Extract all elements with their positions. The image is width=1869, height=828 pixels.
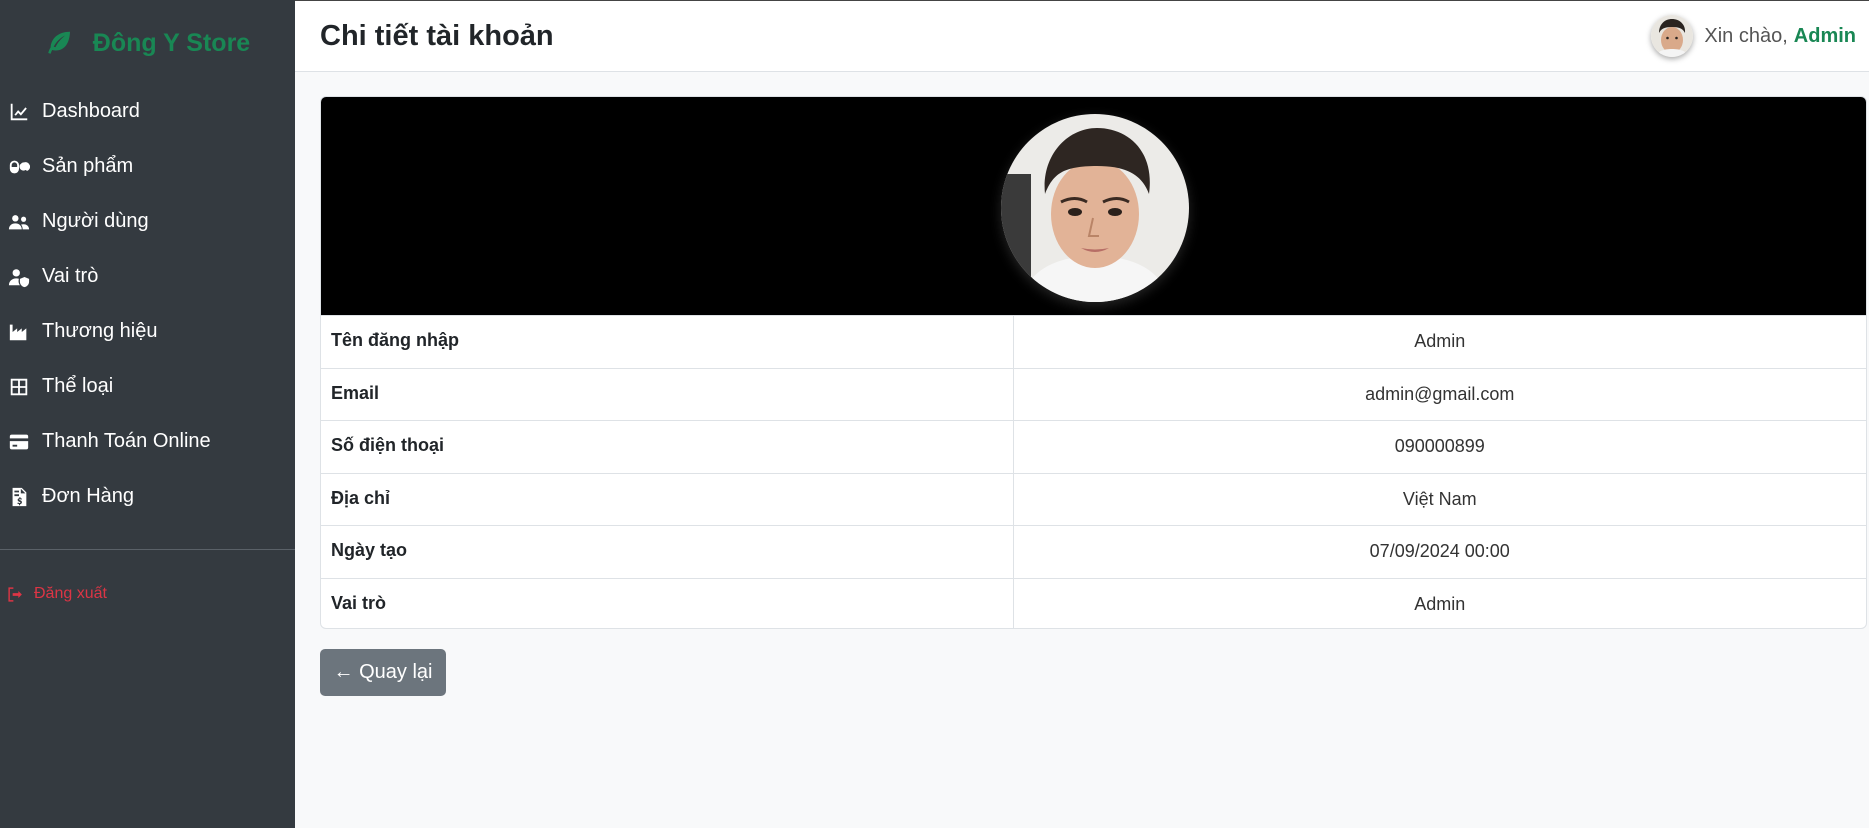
sidebar-item-label: Đơn Hàng xyxy=(42,485,135,507)
sidebar-item-label: Vai trò xyxy=(42,265,99,287)
user-name: Admin xyxy=(1793,24,1856,47)
sidebar-item-brands[interactable]: Thương hiệu xyxy=(0,304,295,359)
account-detail-card: Tên đăng nhập Admin Email admin@gmail.co… xyxy=(320,96,1867,629)
field-label-role: Vai trò xyxy=(321,578,1014,628)
profile-avatar xyxy=(1000,114,1189,302)
field-value-address: Việt Nam xyxy=(1402,488,1477,509)
field-label-address: Địa chỉ xyxy=(321,473,1014,526)
avatar[interactable] xyxy=(1651,15,1694,57)
user-shield-icon xyxy=(7,265,31,289)
sidebar-item-users[interactable]: Người dùng xyxy=(0,194,295,249)
account-detail-table: Tên đăng nhập Admin Email admin@gmail.co… xyxy=(321,315,1866,628)
sidebar-item-orders[interactable]: Đơn Hàng xyxy=(0,469,295,524)
capsules-icon xyxy=(7,155,31,179)
sidebar-item-label: Sản phẩm xyxy=(42,155,134,177)
table-row: Số điện thoại 090000899 xyxy=(321,420,1866,473)
chart-line-icon xyxy=(7,100,31,124)
profile-banner xyxy=(321,97,1866,315)
brand-logo[interactable]: Đông Y Store xyxy=(0,0,295,84)
field-label-email: Email xyxy=(321,368,1014,421)
top-header: Chi tiết tài khoản Xin chào, Admin xyxy=(295,0,1869,72)
table-row: Ngày tạo 07/09/2024 00:00 xyxy=(321,525,1866,578)
sidebar-item-categories[interactable]: Thể loại xyxy=(0,359,295,414)
users-icon xyxy=(7,210,31,234)
field-value-username: Admin xyxy=(1414,331,1466,352)
leaf-icon xyxy=(48,31,70,54)
table-row: Email admin@gmail.com xyxy=(321,368,1866,421)
page-title: Chi tiết tài khoản xyxy=(320,19,554,52)
field-value-created-date: 07/09/2024 00:00 xyxy=(1369,541,1510,562)
sidebar-item-label: Thanh Toán Online xyxy=(42,430,211,452)
table-grid-icon xyxy=(7,375,31,399)
sidebar-item-dashboard[interactable]: Dashboard xyxy=(0,84,295,139)
field-label-created-date: Ngày tạo xyxy=(321,525,1014,578)
sidebar-item-roles[interactable]: Vai trò xyxy=(0,249,295,304)
sidebar-item-label: Dashboard xyxy=(42,100,140,122)
field-value-role: Admin xyxy=(1414,594,1466,614)
logout-link[interactable]: Đăng xuất xyxy=(0,585,295,603)
logout-label: Đăng xuất xyxy=(34,585,107,602)
credit-card-icon xyxy=(7,430,31,454)
sidebar-item-label: Thể loại xyxy=(42,375,114,397)
field-value-phone: 090000899 xyxy=(1394,436,1485,457)
sidebar-item-online-payment[interactable]: Thanh Toán Online xyxy=(0,414,295,469)
field-label-phone: Số điện thoại xyxy=(321,420,1014,473)
greeting-text: Xin chào, xyxy=(1704,24,1788,47)
field-value-email: admin@gmail.com xyxy=(1365,383,1515,404)
back-button[interactable]: ← Quay lại xyxy=(320,649,446,696)
sidebar-item-products[interactable]: Sản phẩm xyxy=(0,139,295,194)
sidebar-nav: Dashboard Sản phẩm Người dùng Vai trò Th… xyxy=(0,84,295,524)
brand-name: Đông Y Store xyxy=(92,28,251,57)
industry-icon xyxy=(7,320,31,344)
sign-out-icon xyxy=(8,586,22,602)
sidebar: Đông Y Store Dashboard Sản phẩm Người dù… xyxy=(0,0,295,828)
table-row: Vai trò Admin xyxy=(321,578,1866,628)
user-menu[interactable]: Xin chào, Admin xyxy=(1651,15,1856,57)
sidebar-item-label: Người dùng xyxy=(42,210,149,232)
table-row: Tên đăng nhập Admin xyxy=(321,315,1866,368)
table-row: Địa chỉ Việt Nam xyxy=(321,473,1866,526)
sidebar-divider xyxy=(0,549,295,550)
sidebar-item-label: Thương hiệu xyxy=(42,320,158,342)
field-label-username: Tên đăng nhập xyxy=(321,315,1014,368)
invoice-icon xyxy=(7,485,31,509)
